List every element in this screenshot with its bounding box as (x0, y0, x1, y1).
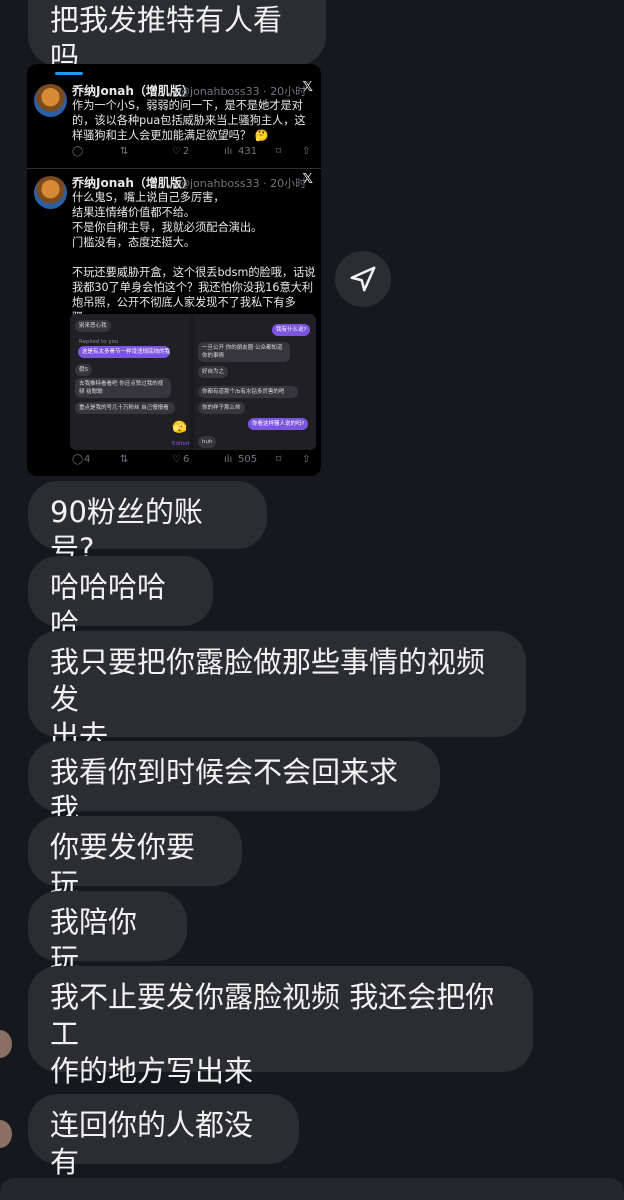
send-arrow-icon (350, 266, 376, 292)
avatar[interactable] (0, 1030, 12, 1058)
tab-indicator (55, 72, 83, 75)
message-bubble[interactable]: 我陪你玩 (28, 891, 187, 976)
tweet-1: 乔纳Jonah（增肌版） @jonahboss33 · 20小时 𝕏 作为一个小… (27, 76, 321, 176)
message-bubble[interactable]: 你要发你要玩 (28, 816, 242, 901)
chat-panel-right: 我有什么说? 一旦公开 你的朋友圈 公众都知道你的事情 好自为之 你都有道那个/… (194, 314, 316, 450)
chat-bubble: 你的样子那么帅 (198, 402, 245, 414)
message-bubble[interactable]: 我只要把你露脸做那些事情的视频发 出去 (28, 631, 526, 753)
bar-chart-icon: ılı (224, 146, 233, 157)
tweet-body: 作为一个小S，弱弱的问一下，是不是她才是对的，该以各种pua包括威胁来当上骚狗主… (72, 99, 306, 142)
bar-chart-icon: ılı (224, 454, 233, 465)
bookmark-icon: ⌑ (276, 146, 282, 157)
chat-bubble: 你都有道那个/b有水钻多厉害的吧 (198, 386, 298, 398)
chat-meta: Edited (172, 441, 190, 447)
heart-icon: ♡ (172, 454, 181, 465)
chat-bubble: 这是有太多骨节一样没违规底线的我s (78, 346, 170, 358)
chat-bubble: 一旦公开 你的朋友圈 公众都知道你的事情 (198, 342, 290, 362)
view-count: 505 (238, 454, 258, 465)
chat-bubble: 别来恶心我 (75, 320, 111, 332)
retweet-icon: ⇅ (120, 146, 129, 157)
chat-bubble: 我有什么说? (272, 324, 311, 336)
avatar[interactable] (0, 1120, 12, 1148)
message-bubble[interactable]: 90粉丝的账号? (28, 481, 267, 566)
divider (27, 168, 321, 169)
like-count: 6 (183, 454, 190, 465)
bookmark-icon: ⌑ (276, 454, 282, 465)
chat-bubble: 重点是我的号几十万粉丝 自己慢慢看 (75, 402, 175, 414)
embedded-chat-screenshots: 别来恶心我 Replied to you 这是有太多骨节一样没违规底线的我s 假… (70, 314, 316, 450)
message-bubble[interactable]: 哈哈哈哈哈 (28, 556, 213, 641)
view-count: 431 (238, 146, 258, 157)
avatar (34, 84, 67, 117)
avatar (34, 176, 67, 209)
chat-bubble: 假S (75, 364, 92, 376)
tweet-actions: ◯ 4 ⇅ ♡ 6 ılı 505 ⌑ ⇧ (72, 454, 317, 468)
chat-bubble: 你看这样骚人说的吗? (248, 418, 309, 430)
chat-bubble: 好自为之 (198, 366, 229, 378)
tweet-author-name: 乔纳Jonah（增肌版） (72, 176, 194, 190)
chat-bubble: 去我推特看看吧 你还点赞过我的视频 给聪聪 (75, 378, 171, 398)
chat-bubble: huh (198, 436, 217, 448)
tweet-author-name: 乔纳Jonah（增肌版） (72, 84, 194, 98)
share-button[interactable] (335, 251, 391, 307)
heart-icon: ♡ (172, 146, 181, 157)
message-bubble[interactable]: 把我发推特有人看吗 (28, 0, 326, 74)
tweet-handle: @jonahboss33 · 20小时 (179, 85, 307, 98)
message-bubble[interactable]: 我看你到时候会不会回来求我 (28, 741, 440, 826)
share-icon: ⇧ (302, 146, 311, 157)
tweet-body: 什么鬼S，嘴上说自己多厉害， 结果连情绪价值都不给。 不是你自称主导，我就必须配… (72, 191, 316, 324)
retweet-icon: ⇅ (120, 454, 129, 465)
tweet-handle: @jonahboss33 · 20小时 (179, 177, 307, 190)
x-logo-icon: 𝕏 (302, 80, 313, 95)
like-count: 2 (183, 146, 190, 157)
tweet-actions: ◯ ⇅ ♡ 2 ılı 431 ⌑ ⇧ (72, 146, 317, 160)
composer-bar[interactable] (0, 1178, 624, 1200)
reply-count: 4 (84, 454, 91, 465)
share-icon: ⇧ (302, 454, 311, 465)
comment-icon: ◯ (72, 146, 84, 157)
x-logo-icon: 𝕏 (302, 172, 313, 187)
message-bubble[interactable]: 我不止要发你露脸视频 我还会把你工 作的地方写出来 (28, 966, 533, 1088)
message-bubble[interactable]: 连回你的人都没有 (28, 1094, 299, 1179)
tweet-screenshot-image[interactable]: 乔纳Jonah（增肌版） @jonahboss33 · 20小时 𝕏 作为一个小… (27, 64, 321, 476)
chat-panel-left: 别来恶心我 Replied to you 这是有太多骨节一样没违规底线的我s 假… (70, 314, 190, 450)
comment-icon: ◯ (72, 454, 84, 465)
emoji: 🫣 (172, 420, 187, 434)
